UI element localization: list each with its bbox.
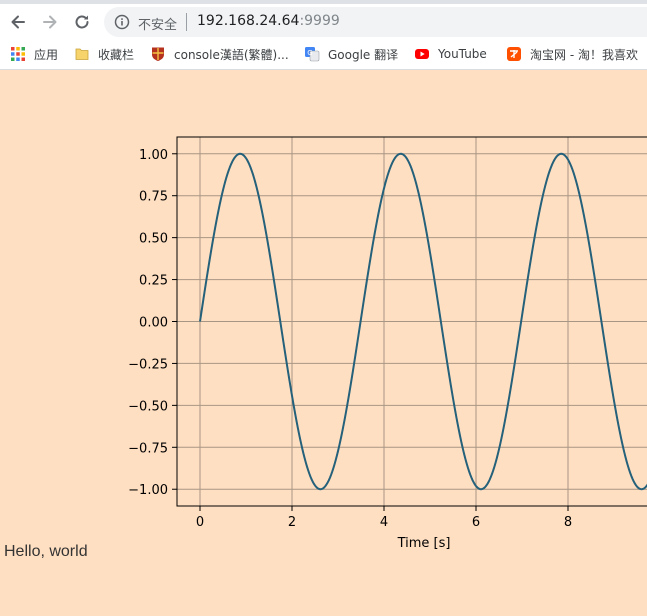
y-tick-label: −0.75 xyxy=(128,441,168,456)
hello-text: Hello, world xyxy=(4,543,88,560)
y-tick-label: 0.00 xyxy=(139,316,168,331)
x-axis-ticks: 024681 xyxy=(196,506,572,530)
x-tick-label: 2 xyxy=(288,515,296,530)
y-tick-label: −1.00 xyxy=(128,483,168,498)
y-tick-label: −0.50 xyxy=(128,399,168,414)
x-tick-label: 4 xyxy=(380,515,388,530)
y-tick-label: 0.75 xyxy=(139,190,168,205)
sine-wave-chart: Time [s] 0246811.000.750.500.250.00−0.25… xyxy=(128,136,647,551)
y-tick-label: −0.25 xyxy=(128,357,168,372)
y-tick-label: 0.50 xyxy=(139,232,168,247)
x-tick-label: 0 xyxy=(196,515,204,530)
y-axis-ticks: 1.00 0.75 0.50 0.25 0.00 −0.25 −0.50 −0.75 −1.00 xyxy=(128,148,177,498)
y-tick-label: 1.00 xyxy=(139,148,168,163)
y-tick-label: 0.25 xyxy=(139,274,168,289)
x-tick-label: 6 xyxy=(472,515,480,530)
x-axis-label: Time [s] xyxy=(397,536,451,551)
x-tick-label: 8 xyxy=(564,515,572,530)
grid-lines xyxy=(177,137,647,506)
